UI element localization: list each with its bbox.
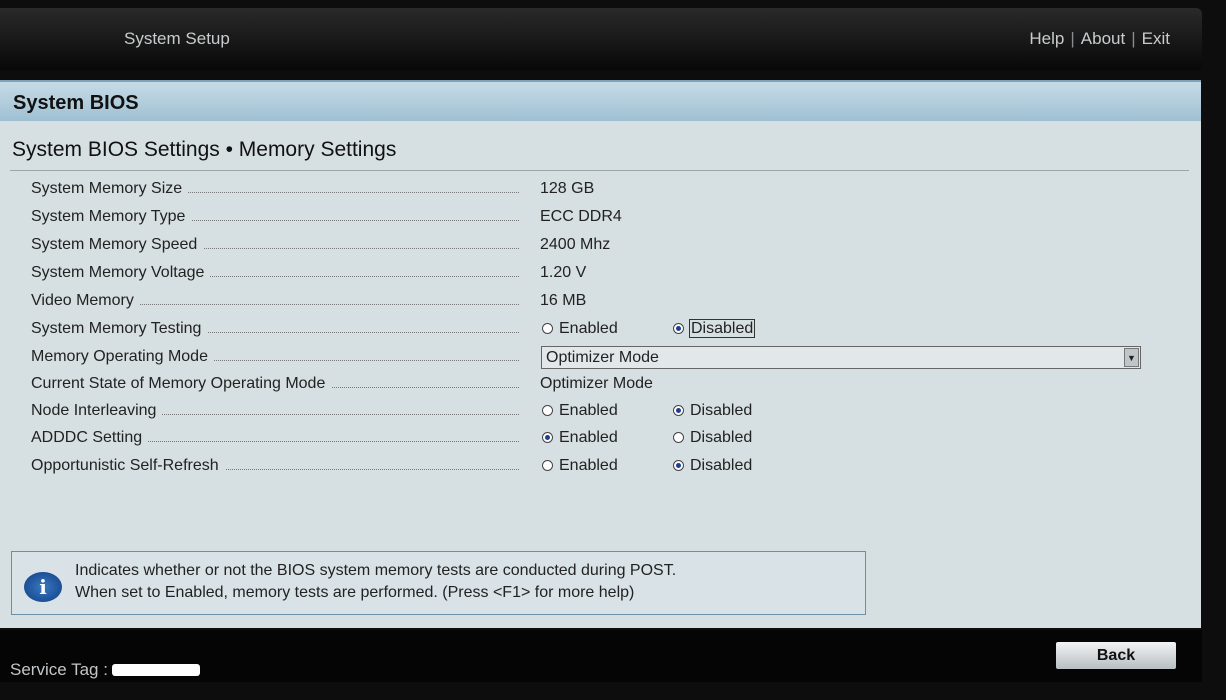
radio-enabled[interactable]: Enabled xyxy=(542,457,618,475)
radio-enabled[interactable]: Enabled xyxy=(542,320,618,338)
setting-label: Video Memory xyxy=(31,292,140,310)
top-bar: System Setup Help | About | Exit xyxy=(0,8,1202,70)
service-tag: Service Tag : xyxy=(10,660,200,680)
divider xyxy=(10,170,1189,171)
setting-label: System Memory Size xyxy=(31,180,189,198)
setting-label: Node Interleaving xyxy=(31,402,163,420)
radio-selected-icon xyxy=(673,460,684,471)
bottom-bar: Service Tag : Back xyxy=(0,630,1202,682)
setting-label: Memory Operating Mode xyxy=(31,348,214,366)
radio-selected-icon xyxy=(542,432,553,443)
radio-unselected-icon xyxy=(542,405,553,416)
help-box: i Indicates whether or not the BIOS syst… xyxy=(11,551,866,615)
about-link[interactable]: About xyxy=(1081,29,1125,48)
radio-selected-icon xyxy=(673,323,684,334)
setting-row: System Memory Speed 2400 Mhz xyxy=(31,236,1141,260)
setting-label: Current State of Memory Operating Mode xyxy=(31,375,332,393)
setting-label: Opportunistic Self-Refresh xyxy=(31,457,225,475)
service-tag-label: Service Tag : xyxy=(10,660,108,679)
info-icon: i xyxy=(24,572,62,602)
setting-value: 1.20 V xyxy=(540,264,587,281)
exit-link[interactable]: Exit xyxy=(1142,29,1170,48)
help-text-line2: When set to Enabled, memory tests are pe… xyxy=(75,584,635,601)
setting-row: Video Memory 16 MB xyxy=(31,292,1141,316)
radio-unselected-icon xyxy=(673,432,684,443)
radio-disabled[interactable]: Disabled xyxy=(673,319,756,338)
radio-disabled[interactable]: Disabled xyxy=(673,457,752,475)
setting-row: Opportunistic Self-Refresh Enabled Disable… xyxy=(31,457,1141,481)
setting-value: 2400 Mhz xyxy=(540,236,611,253)
help-text-line1: Indicates whether or not the BIOS system… xyxy=(75,562,677,579)
header-links: Help | About | Exit xyxy=(1029,29,1170,48)
radio-enabled[interactable]: Enabled xyxy=(542,429,618,447)
app-title: System Setup xyxy=(124,29,230,48)
radio-selected-icon xyxy=(673,405,684,416)
radio-disabled[interactable]: Disabled xyxy=(673,402,752,420)
setting-label: System Memory Testing xyxy=(31,320,208,338)
setting-label: System Memory Voltage xyxy=(31,264,211,282)
radio-unselected-icon xyxy=(542,323,553,334)
setting-label: System Memory Type xyxy=(31,208,192,226)
back-button[interactable]: Back xyxy=(1056,642,1176,669)
setting-row: System Memory Size 128 GB xyxy=(31,180,1141,204)
service-tag-redacted xyxy=(111,664,200,676)
setting-row: Current State of Memory Operating Mode Op… xyxy=(31,375,1141,399)
setting-value: 16 MB xyxy=(540,292,587,309)
radio-disabled[interactable]: Disabled xyxy=(673,429,752,447)
setting-row: Node Interleaving Enabled Disabled xyxy=(31,402,1141,426)
setting-label: System Memory Speed xyxy=(31,236,204,254)
help-link[interactable]: Help xyxy=(1029,29,1064,48)
setting-label: ADDDC Setting xyxy=(31,429,149,447)
setting-value: 128 GB xyxy=(540,180,595,197)
setting-row: System Memory Type ECC DDR4 xyxy=(31,208,1141,232)
dropdown-arrow-icon[interactable]: ▼ xyxy=(1124,348,1139,367)
memory-operating-mode-select[interactable]: Optimizer Mode ▼ xyxy=(541,346,1141,369)
radio-unselected-icon xyxy=(542,460,553,471)
radio-enabled[interactable]: Enabled xyxy=(542,402,618,420)
setting-row: System Memory Voltage 1.20 V xyxy=(31,264,1141,288)
section-title: System BIOS xyxy=(0,80,1201,121)
setting-row: Memory Operating Mode Optimizer Mode ▼ xyxy=(31,346,1141,372)
setting-row: ADDDC Setting Enabled Disabled xyxy=(31,429,1141,453)
setting-value: Optimizer Mode xyxy=(540,375,653,392)
setting-value: ECC DDR4 xyxy=(540,208,622,225)
setting-row: System Memory Testing Enabled Disabled xyxy=(31,319,1141,344)
main-panel: System BIOS System BIOS Settings • Memor… xyxy=(0,80,1201,628)
page-title: System BIOS Settings • Memory Settings xyxy=(12,138,397,161)
